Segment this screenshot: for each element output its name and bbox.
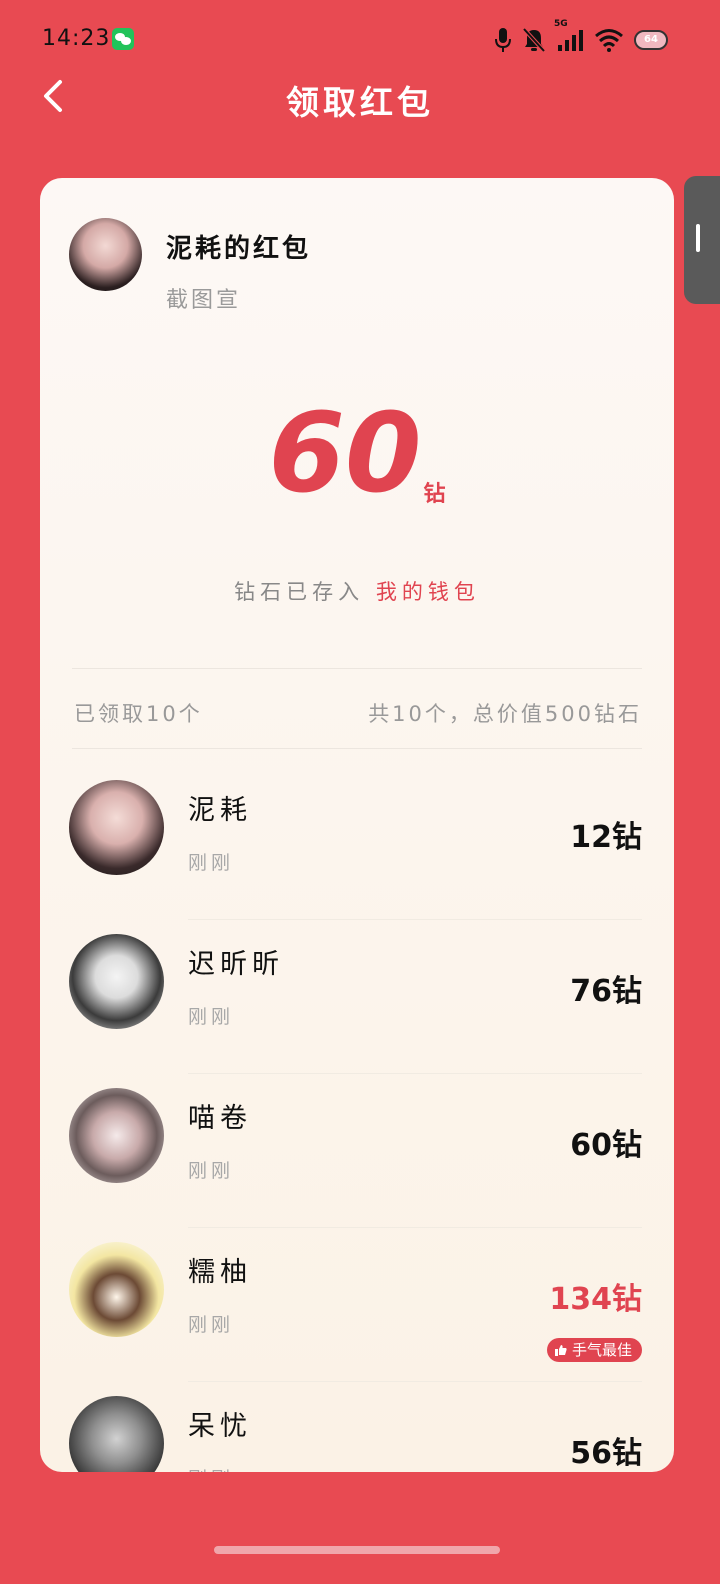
- red-packet-card: 泥耗的红包 截图宣 60钻 钻石已存入 我的钱包 已领取10个 共10个，总价值…: [40, 178, 674, 1472]
- bell-off-icon: [522, 27, 546, 53]
- status-time: 14:23: [42, 26, 111, 51]
- claimer-name: 糯柚: [188, 1257, 252, 1288]
- claim-list: 泥耗 刚刚 12钻 迟昕昕 刚刚 76钻 喵卷 刚刚 60钻 糯柚 刚刚 134…: [40, 766, 674, 1472]
- wifi-icon: [595, 29, 623, 52]
- page-title: 领取红包: [286, 83, 434, 122]
- claimer-name: 喵卷: [188, 1103, 252, 1134]
- wallet-notice: 钻石已存入 我的钱包: [40, 576, 674, 606]
- side-drawer-handle[interactable]: [684, 176, 720, 304]
- status-icons: 5G 64: [494, 19, 668, 54]
- claim-time: 刚刚: [188, 1464, 234, 1472]
- amount-unit: 钻: [423, 482, 446, 507]
- packet-title: 泥耗的红包: [166, 234, 312, 264]
- badge-label: 手气最佳: [571, 1341, 632, 1359]
- claim-time: 刚刚: [188, 1006, 235, 1028]
- home-indicator[interactable]: [214, 1546, 500, 1554]
- claim-amount: 56钻: [570, 1436, 642, 1471]
- claim-amount: 12钻: [570, 820, 642, 855]
- battery-icon: 64: [634, 30, 668, 50]
- total-summary: 共10个，总价值500钻石: [368, 702, 642, 726]
- sender-avatar[interactable]: [69, 218, 142, 291]
- claim-time: 刚刚: [188, 852, 235, 874]
- network-label: 5G: [554, 19, 568, 29]
- wallet-notice-text: 钻石已存入: [234, 580, 365, 604]
- list-item[interactable]: 糯柚 刚刚 134钻 手气最佳: [40, 1228, 674, 1382]
- avatar[interactable]: [69, 1396, 164, 1472]
- avatar[interactable]: [69, 934, 164, 1029]
- received-amount: 60钻: [40, 398, 674, 508]
- claim-time: 刚刚: [188, 1160, 235, 1182]
- signal-icon: 5G: [554, 19, 584, 53]
- list-item[interactable]: 喵卷 刚刚 60钻: [40, 1074, 674, 1228]
- wechat-icon: [112, 28, 134, 50]
- claimed-count: 已领取10个: [74, 702, 203, 726]
- avatar[interactable]: [69, 1242, 164, 1337]
- amount-value: 60: [268, 389, 422, 517]
- packet-subtitle: 截图宣: [166, 288, 242, 313]
- claimer-name: 迟昕昕: [188, 949, 284, 980]
- divider: [72, 748, 642, 749]
- my-wallet-link[interactable]: 我的钱包: [376, 580, 480, 604]
- claim-amount: 76钻: [570, 974, 642, 1009]
- nav-bar: 领取红包: [0, 64, 720, 128]
- claim-time: 刚刚: [188, 1314, 235, 1336]
- mic-icon: [495, 28, 511, 52]
- claim-amount: 60钻: [570, 1128, 642, 1163]
- claimer-name: 泥耗: [188, 795, 252, 826]
- best-luck-badge: 手气最佳: [546, 1338, 642, 1362]
- avatar[interactable]: [69, 780, 164, 875]
- list-item[interactable]: 泥耗 刚刚 12钻: [40, 766, 674, 920]
- claim-amount: 134钻: [549, 1282, 642, 1317]
- avatar[interactable]: [69, 1088, 164, 1183]
- list-item[interactable]: 呆忧 刚刚 56钻: [40, 1382, 674, 1472]
- claimer-name: 呆忧: [188, 1411, 252, 1442]
- list-item[interactable]: 迟昕昕 刚刚 76钻: [40, 920, 674, 1074]
- thumbs-up-icon: [554, 1345, 567, 1356]
- divider: [72, 668, 642, 669]
